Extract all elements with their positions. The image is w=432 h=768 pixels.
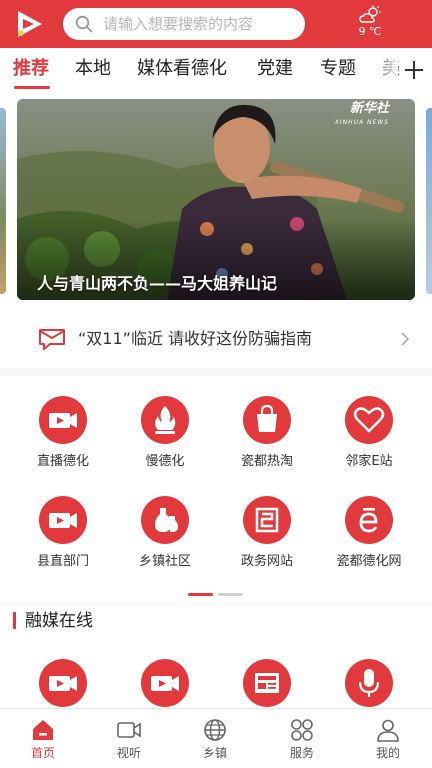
search-icon (75, 15, 93, 33)
nav-label: 乡镇 (202, 746, 227, 760)
bottom-nav: 首页 视听 乡镇 服务 我的 (0, 708, 432, 768)
nav-home[interactable]: 首页 (13, 717, 73, 761)
grid-label: 慢德化 (145, 454, 185, 469)
grid-item-live[interactable]: 直播德化 (20, 396, 106, 470)
section-accent-bar (13, 612, 16, 629)
app-logo-icon[interactable] (12, 9, 46, 39)
flame-icon (141, 396, 189, 444)
tab-party[interactable]: 党建 (257, 57, 293, 81)
page-dot (218, 593, 243, 596)
page-dot-active (188, 593, 213, 596)
grid-item-slow[interactable]: 慢德化 (122, 396, 208, 470)
partly-cloudy-icon (359, 5, 381, 23)
news-icon (243, 659, 291, 707)
banner-caption: 人与青山两不负——马大姐养山记 (37, 274, 278, 293)
section-divider (0, 368, 432, 376)
nav-label: 服务 (289, 746, 314, 760)
grid-label: 直播德化 (36, 454, 89, 469)
category-tabs: 推荐 本地 媒体看德化 党建 专题 美 (0, 48, 432, 94)
media-item[interactable] (224, 659, 310, 707)
active-tab-indicator (14, 86, 50, 89)
section-title: 融媒在线 (25, 611, 93, 631)
chevron-right-icon (401, 332, 410, 346)
grid-label: 瓷都德化网 (336, 554, 402, 569)
grid-label: 邻家E站 (345, 454, 393, 469)
grid-item-gov[interactable]: 政务网站 (224, 496, 310, 570)
add-tab-icon[interactable] (400, 54, 428, 86)
watermark-text: 新华社 (349, 101, 389, 116)
search-placeholder: 请输入想要搜索的内容 (103, 15, 254, 33)
xinhua-watermark: 新华社 XINHUA NEWS (335, 102, 389, 130)
nav-label: 视听 (116, 746, 141, 760)
media-item[interactable] (122, 659, 208, 707)
grid-label: 乡镇社区 (138, 554, 191, 569)
video-camera-icon (141, 659, 189, 707)
page-indicator (188, 593, 244, 597)
globe-icon (204, 719, 226, 741)
grid-label: 瓷都热淘 (240, 454, 293, 469)
home-icon (33, 720, 53, 740)
nav-services[interactable]: 服务 (272, 717, 332, 761)
weather-widget[interactable]: 9 ℃ (350, 5, 390, 43)
grid-item-towns[interactable]: 乡镇社区 (122, 496, 208, 570)
grid-item-neighbor[interactable]: 邻家E站 (326, 396, 412, 470)
shopping-bag-icon (243, 396, 291, 444)
nav-label: 首页 (30, 746, 55, 760)
nav-towns[interactable]: 乡镇 (185, 717, 245, 761)
tab-local[interactable]: 本地 (75, 57, 111, 81)
temperature: 9 ℃ (358, 25, 382, 38)
grid-item-departments[interactable]: 县直部门 (20, 496, 106, 570)
banner-slide[interactable]: 新华社 XINHUA NEWS 人与青山两不负——马大姐养山记 (17, 99, 415, 300)
grid-item-dehua-web[interactable]: 瓷都德化网 (326, 496, 412, 570)
tab-recommend[interactable]: 推荐 (13, 57, 49, 81)
user-icon (377, 719, 399, 742)
carousel-prev-peek[interactable] (0, 108, 6, 294)
video-icon (117, 722, 141, 738)
tab-media[interactable]: 媒体看德化 (137, 57, 227, 81)
grid-icon (291, 719, 313, 741)
message-icon (39, 329, 65, 350)
video-camera-icon (39, 396, 87, 444)
vase-icon (141, 496, 189, 544)
heart-icon (345, 396, 393, 444)
media-item[interactable] (20, 659, 106, 707)
search-bar[interactable]: 请输入想要搜索的内容 (63, 8, 305, 40)
grid-label: 县直部门 (36, 554, 89, 569)
tab-special[interactable]: 专题 (320, 57, 356, 81)
nav-label: 我的 (375, 746, 400, 760)
notice-bar[interactable]: “双11”临近 请收好这份防骗指南 (0, 317, 432, 363)
watermark-sub: XINHUA NEWS (334, 119, 389, 126)
section-divider (0, 602, 432, 606)
e-letter-icon (345, 496, 393, 544)
carousel-next-peek[interactable] (426, 108, 432, 294)
grid-label: 政务网站 (240, 554, 293, 569)
nav-mine[interactable]: 我的 (358, 717, 418, 761)
notice-text: “双11”临近 请收好这份防骗指南 (78, 329, 313, 348)
video-camera-icon (39, 659, 87, 707)
media-item[interactable] (326, 659, 412, 707)
video-camera-icon (39, 496, 87, 544)
microphone-icon (345, 659, 393, 707)
nav-video[interactable]: 视听 (99, 717, 159, 761)
government-icon (243, 496, 291, 544)
top-header: 请输入想要搜索的内容 9 ℃ (0, 0, 432, 48)
grid-item-shop[interactable]: 瓷都热淘 (224, 396, 310, 470)
tab-fade (372, 48, 398, 94)
